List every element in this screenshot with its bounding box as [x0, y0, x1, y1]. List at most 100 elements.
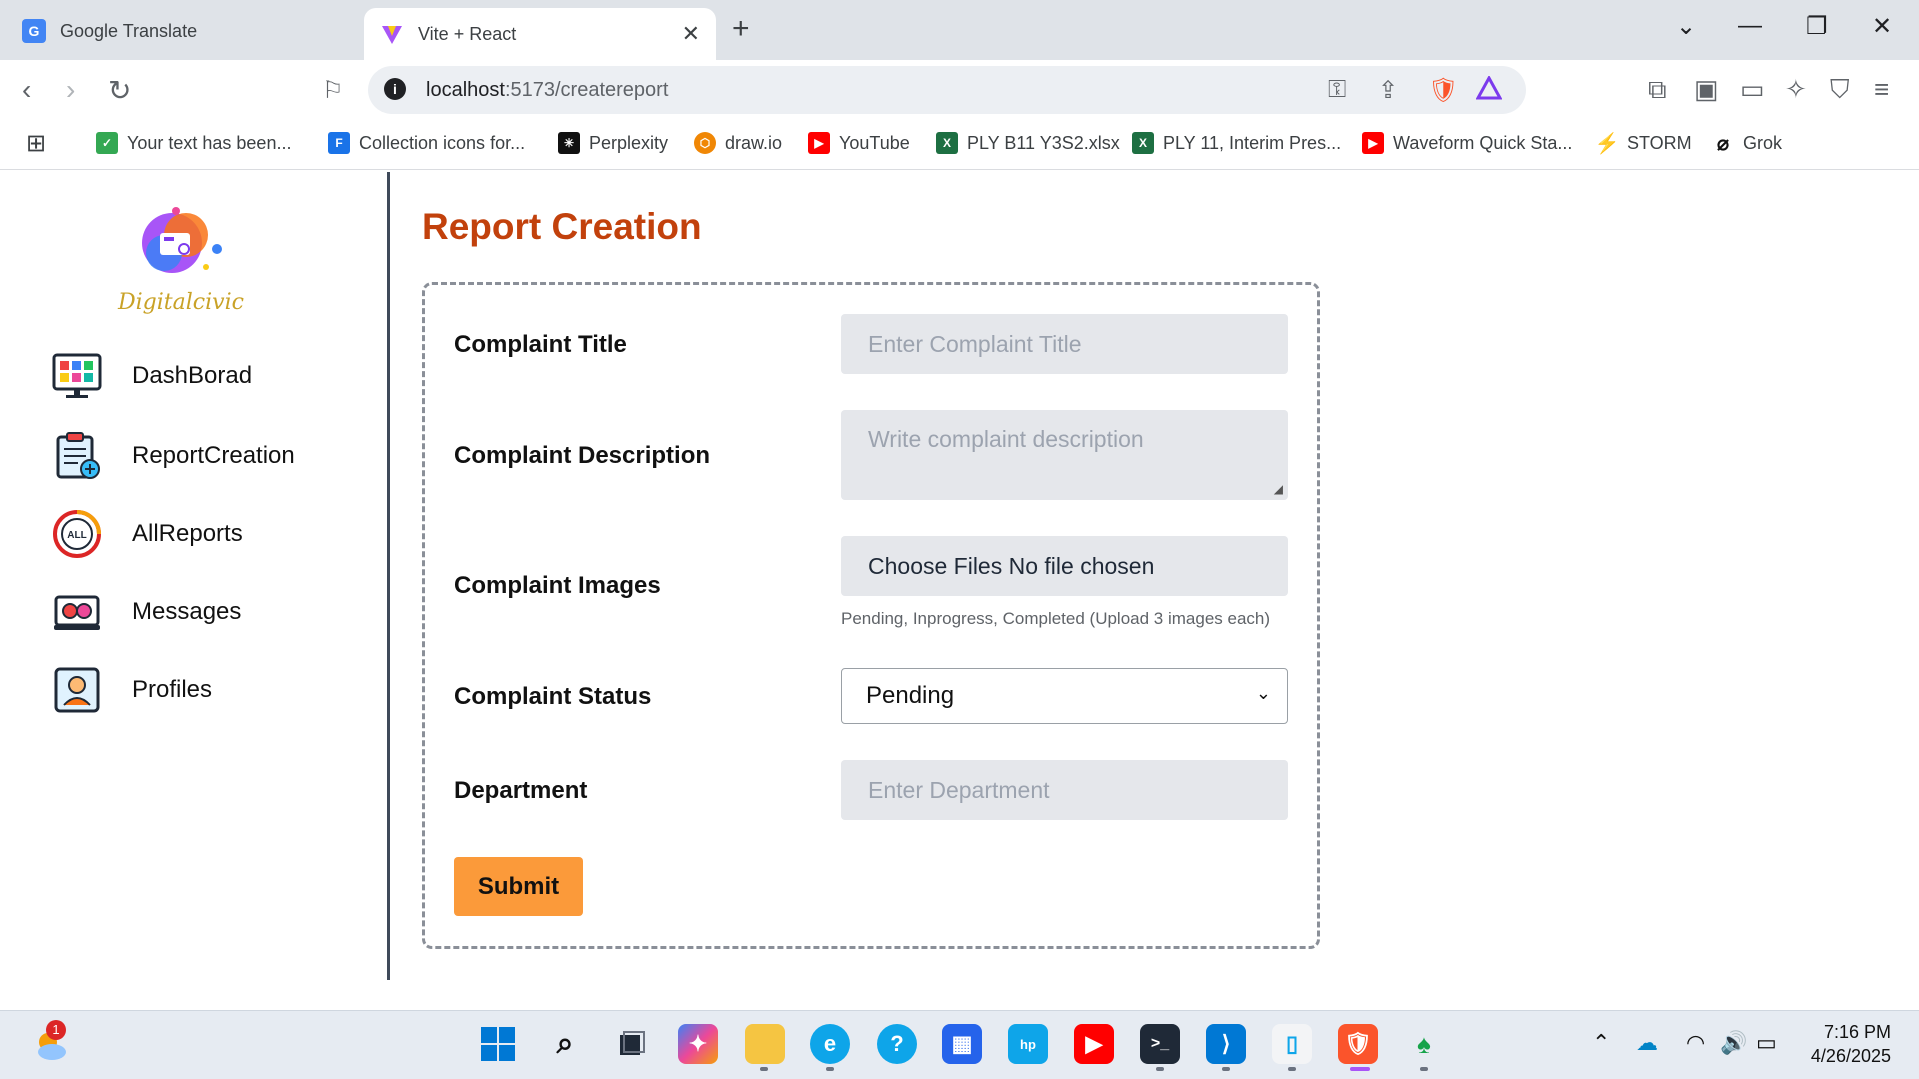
complaint-status-select[interactable]: Pending ⌄: [841, 668, 1288, 724]
flaticon-icon: F: [328, 132, 350, 154]
chevron-down-icon: ⌄: [1255, 683, 1271, 703]
running-indicator: [1288, 1067, 1296, 1071]
sidebar-item-messages[interactable]: Messages: [52, 586, 241, 638]
department-label: Department: [454, 777, 588, 804]
youtube-icon: ▶: [1362, 132, 1384, 154]
submit-button[interactable]: Submit: [454, 857, 583, 916]
sidebar-item-profiles[interactable]: Profiles: [52, 664, 212, 716]
status-selected-value: Pending: [866, 682, 955, 709]
running-indicator: [826, 1067, 834, 1071]
edge-icon[interactable]: e: [810, 1024, 850, 1064]
bookmark-item[interactable]: ✳ Perplexity: [558, 132, 668, 154]
share-icon[interactable]: ⇪: [1378, 76, 1398, 105]
copilot-icon[interactable]: ✦: [678, 1024, 718, 1064]
dashboard-icon: [52, 351, 102, 401]
running-indicator: [1420, 1067, 1428, 1071]
reload-button[interactable]: ↻: [108, 74, 131, 107]
site-info-icon[interactable]: i: [384, 78, 406, 100]
complaint-description-label: Complaint Description: [454, 442, 711, 469]
key-icon[interactable]: ⚿: [1328, 76, 1346, 104]
forward-button[interactable]: ›: [66, 74, 75, 106]
bookmark-item[interactable]: ✓ Your text has been...: [96, 132, 291, 154]
choose-files-button[interactable]: Choose Files: [868, 553, 1002, 580]
terminal-icon[interactable]: >_: [1140, 1024, 1180, 1064]
youtube-icon: ▶: [808, 132, 830, 154]
restore-button[interactable]: ❐: [1806, 12, 1828, 41]
leo-ai-icon[interactable]: ✧: [1785, 74, 1807, 105]
brave-rewards-icon[interactable]: [1475, 74, 1503, 107]
help-icon[interactable]: ?: [877, 1024, 917, 1064]
new-tab-button[interactable]: +: [732, 12, 750, 46]
bookmark-item[interactable]: F Collection icons for...: [328, 132, 525, 154]
windows-start-icon[interactable]: [478, 1024, 518, 1064]
messages-icon: [52, 587, 102, 637]
google-translate-icon: G: [22, 19, 46, 43]
complaint-images-label: Complaint Images: [454, 572, 661, 599]
tab-google-translate[interactable]: G Google Translate: [14, 8, 354, 54]
sidebar-item-label: ReportCreation: [132, 442, 295, 469]
bookmark-item[interactable]: ⬡ draw.io: [694, 132, 782, 154]
bookmark-item[interactable]: ▶ Waveform Quick Sta...: [1362, 132, 1572, 154]
tab-search-icon[interactable]: ⌄: [1676, 12, 1696, 41]
task-view-icon[interactable]: [612, 1024, 652, 1064]
bookmark-item[interactable]: X PLY B11 Y3S2.xlsx: [936, 132, 1120, 154]
grok-icon: ⌀: [1716, 132, 1730, 155]
bookmarks-bar: ⊞ ✓ Your text has been... F Collection ico…: [0, 124, 1919, 170]
bookmark-item[interactable]: ⌀ Grok: [1712, 132, 1782, 155]
apps-icon[interactable]: ⊞: [26, 129, 46, 158]
microsoft-store-icon[interactable]: ▦: [942, 1024, 982, 1064]
minimize-button[interactable]: —: [1738, 12, 1762, 40]
onedrive-icon[interactable]: ☁: [1636, 1030, 1658, 1056]
menu-icon[interactable]: ≡: [1874, 74, 1889, 105]
tab-vite-react[interactable]: Vite + React ✕: [364, 8, 716, 60]
vite-icon: [380, 22, 404, 46]
file-explorer-icon[interactable]: [745, 1024, 785, 1064]
extensions-icon[interactable]: ⧉: [1648, 74, 1667, 106]
complaint-description-textarea[interactable]: Write complaint description ◢: [841, 410, 1288, 500]
wifi-icon[interactable]: ◠: [1686, 1030, 1705, 1056]
clock[interactable]: 7:16 PM 4/26/2025: [1811, 1020, 1891, 1068]
vscode-icon[interactable]: ⟩: [1206, 1024, 1246, 1064]
brave-shields-icon[interactable]: 🛡: [1428, 76, 1458, 105]
sidebar-item-label: DashBorad: [132, 362, 253, 389]
sidebar-item-report-creation[interactable]: ReportCreation: [52, 430, 295, 482]
mongodb-icon[interactable]: ♠: [1404, 1024, 1444, 1064]
myhp-icon[interactable]: hp: [1008, 1024, 1048, 1064]
close-window-button[interactable]: ✕: [1872, 12, 1892, 41]
address-bar[interactable]: i localhost:5173/createreport ⚿ ⇪ 🛡: [368, 66, 1526, 114]
back-button[interactable]: ‹: [22, 74, 31, 106]
tab-strip: G Google Translate Vite + React ✕ + ⌄ — …: [0, 0, 1919, 60]
complaint-title-input[interactable]: Enter Complaint Title: [841, 314, 1288, 374]
close-tab-icon[interactable]: ✕: [682, 21, 700, 47]
active-indicator: [1350, 1067, 1370, 1071]
bolt-icon: ⚡: [1594, 132, 1620, 155]
youtube-icon[interactable]: ▶: [1074, 1024, 1114, 1064]
page-title: Report Creation: [422, 206, 702, 247]
notepad-icon[interactable]: ▯: [1272, 1024, 1312, 1064]
sidebar-toggle-icon[interactable]: ▣: [1694, 74, 1719, 105]
vpn-icon[interactable]: ⛉: [1830, 74, 1850, 106]
search-icon[interactable]: ⌕: [545, 1024, 585, 1064]
brave-icon[interactable]: 🛡: [1338, 1024, 1378, 1064]
bookmark-item[interactable]: ⚡ STORM: [1594, 132, 1692, 155]
sidebar-item-all-reports[interactable]: ALL AllReports: [52, 508, 243, 560]
bookmark-item[interactable]: ▶ YouTube: [808, 132, 910, 154]
running-indicator: [1156, 1067, 1164, 1071]
running-indicator: [760, 1067, 768, 1071]
complaint-images-file-input[interactable]: Choose Files No file chosen: [841, 536, 1288, 596]
volume-icon[interactable]: 🔊: [1720, 1030, 1747, 1056]
bookmark-icon[interactable]: ⚐: [322, 76, 344, 105]
sidebar-item-label: Profiles: [132, 676, 213, 703]
resize-handle-icon[interactable]: ◢: [1274, 482, 1283, 496]
clock-date: 4/26/2025: [1810, 1046, 1891, 1066]
show-hidden-icons-icon[interactable]: ⌃: [1592, 1030, 1610, 1056]
wallet-icon[interactable]: ▭: [1740, 74, 1765, 105]
perplexity-icon: ✳: [558, 132, 580, 154]
complaint-title-label: Complaint Title: [454, 331, 627, 358]
sidebar-item-dashboard[interactable]: DashBorad: [52, 350, 252, 402]
department-input[interactable]: Enter Department: [841, 760, 1288, 820]
bookmark-item[interactable]: X PLY 11, Interim Pres...: [1132, 132, 1341, 154]
battery-icon[interactable]: ▭: [1756, 1030, 1777, 1056]
tab-title: Google Translate: [60, 20, 198, 41]
running-indicator: [1222, 1067, 1230, 1071]
